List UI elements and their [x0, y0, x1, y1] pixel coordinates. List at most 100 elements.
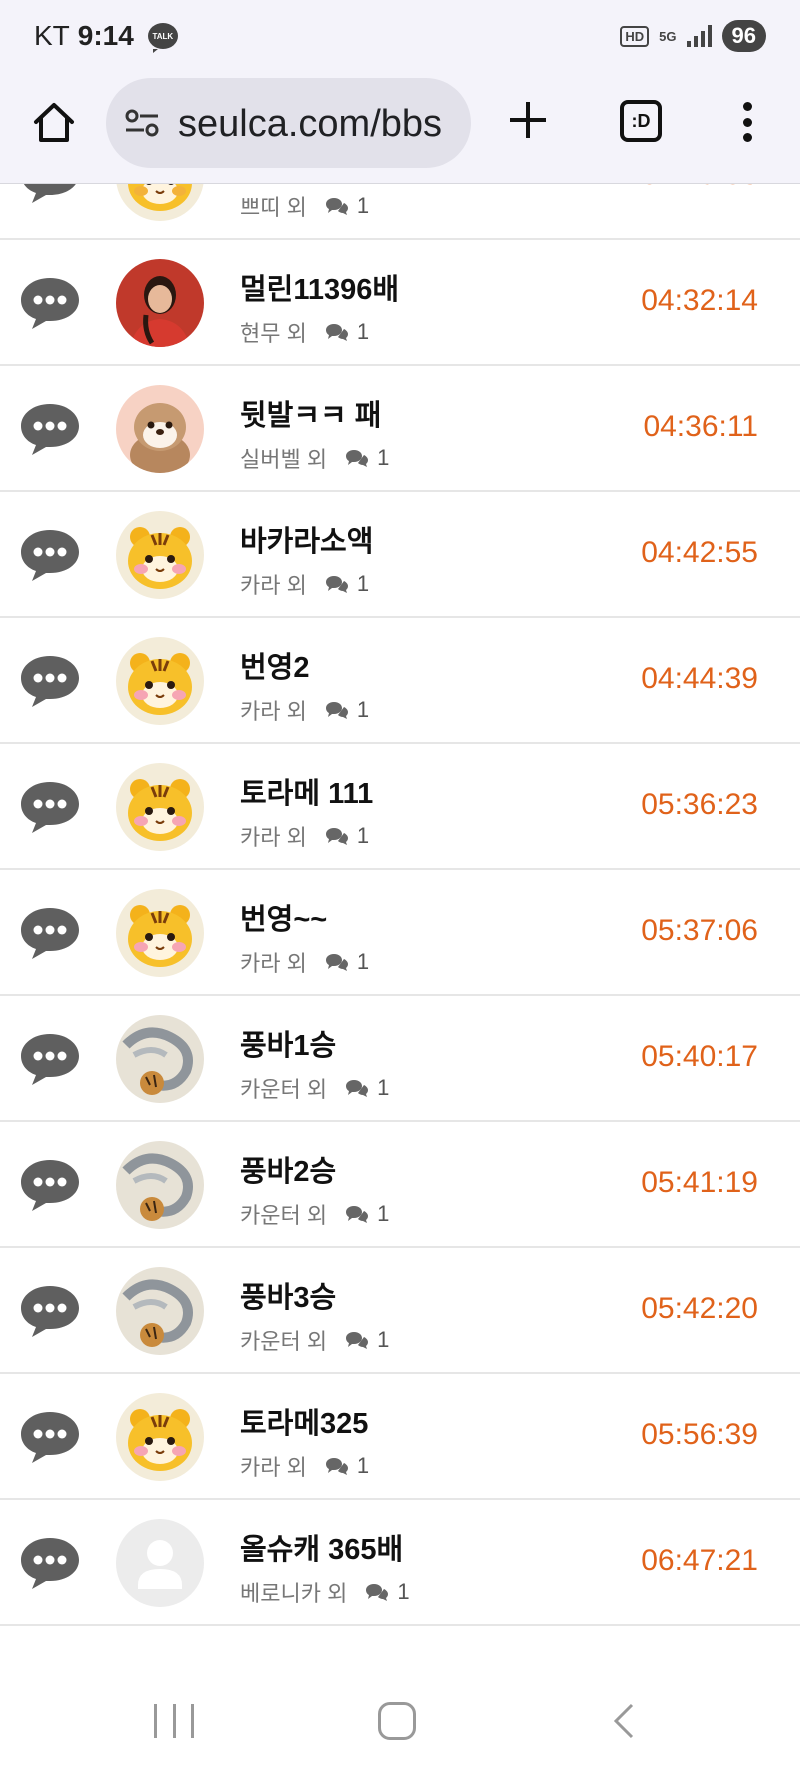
network-type-icon: 5G [659, 28, 677, 44]
avatar[interactable] [116, 1393, 204, 1481]
avatar[interactable] [116, 184, 204, 221]
comment-icon [345, 1078, 369, 1098]
system-nav-bar [0, 1654, 800, 1778]
browser-toolbar: seulca.com/bbs :D [0, 72, 800, 184]
kakaotalk-notification-icon: TALK [147, 23, 178, 53]
avatar[interactable] [116, 1267, 204, 1355]
avatar[interactable] [116, 511, 204, 599]
post-row[interactable]: 풍바1승카운터 외 1 05:40:17 [0, 996, 800, 1122]
site-settings-icon[interactable] [124, 108, 160, 138]
post-title[interactable]: 멀린11396배 [240, 266, 399, 308]
chat-bubble-icon [18, 1532, 82, 1592]
post-author: 현무 외 [240, 321, 307, 346]
more-menu-icon[interactable] [742, 102, 752, 142]
post-time: 05:37:06 [641, 914, 758, 947]
post-meta: 베로니카 외 1 [240, 1576, 410, 1608]
url-text[interactable]: seulca.com/bbs [178, 103, 442, 146]
chat-bubble-icon [18, 398, 82, 458]
post-meta: 실버벨 외 1 [240, 442, 389, 474]
post-title[interactable]: 뒷발ㅋㅋ 패 [240, 392, 381, 434]
comment-count: 1 [377, 1327, 390, 1352]
post-row[interactable]: 바카라소액카라 외 1 04:42:55 [0, 492, 800, 618]
post-time: 04:32:14 [641, 284, 758, 317]
chat-bubble-icon [18, 1154, 82, 1214]
post-title[interactable]: 토라메325 [240, 1400, 368, 1442]
back-button[interactable] [610, 1702, 636, 1740]
post-author: 카라 외 [240, 699, 307, 724]
hd-voice-icon: HD [620, 25, 650, 47]
post-author: 카운터 외 [240, 1077, 328, 1102]
post-time: 05:56:39 [641, 1418, 758, 1451]
post-meta: 카라 외 1 [240, 694, 369, 726]
comment-icon [365, 1582, 389, 1602]
chat-bubble-icon [18, 1280, 82, 1340]
comment-count: 1 [377, 1201, 390, 1226]
post-row[interactable]: 토라메325 카라 외 1 05:56:39 [0, 1374, 800, 1500]
comment-count: 1 [356, 823, 370, 848]
clock: 9:14 [77, 20, 134, 51]
post-list: 경상하나 신싸쁘띠 외104:29:53멀린11396배현무 외104:32:1… [0, 184, 800, 1654]
post-row[interactable]: 번영2 카라 외 1 04:44:39 [0, 618, 800, 744]
comment-count: 1 [377, 1075, 390, 1100]
post-title[interactable]: 풍바1승 [240, 1022, 336, 1064]
comment-count: 1 [397, 1579, 410, 1604]
post-title[interactable]: 풍바3승 [240, 1274, 336, 1316]
comment-count: 1 [356, 1453, 370, 1478]
avatar[interactable] [116, 1519, 204, 1607]
chat-bubble-icon [18, 1028, 82, 1088]
chat-bubble-icon [18, 272, 82, 332]
post-row[interactable]: 멀린11396배현무 외 1 04:32:14 [0, 240, 800, 366]
post-meta: 쁘띠 외 1 [240, 190, 369, 222]
post-row[interactable]: 뒷발ㅋㅋ 패 실버벨 외 1 04:36:11 [0, 366, 800, 492]
post-time: 04:44:39 [641, 662, 758, 695]
comment-count: 1 [356, 193, 370, 218]
post-author: 카라 외 [240, 573, 307, 598]
post-author: 쁘띠 외 [240, 195, 307, 220]
comment-count: 1 [377, 445, 390, 470]
post-row[interactable]: 올슈캐 365배 베로니카 외 1 06:47:21 [0, 1500, 800, 1626]
post-title[interactable]: 올슈캐 365배 [240, 1526, 403, 1568]
comment-count: 1 [356, 571, 370, 596]
post-title[interactable]: 번영2 [240, 644, 310, 686]
post-row[interactable]: 경상하나 신싸쁘띠 외104:29:53 [0, 184, 800, 240]
post-title[interactable]: 번영~~ [240, 896, 327, 938]
avatar[interactable] [116, 763, 204, 851]
battery-indicator: 96 [721, 20, 766, 52]
address-bar[interactable]: seulca.com/bbs [106, 78, 471, 168]
post-title[interactable]: 바카라소액 [240, 518, 373, 560]
signal-strength-icon [686, 25, 712, 47]
recent-apps-button[interactable] [154, 1704, 194, 1738]
post-author: 베로니카 외 [240, 1581, 348, 1606]
comment-count: 1 [356, 319, 370, 344]
post-row[interactable]: 번영~~ 카라 외 1 05:37:06 [0, 870, 800, 996]
chat-bubble-icon [18, 650, 82, 710]
comment-icon [325, 322, 349, 342]
chat-bubble-icon [18, 184, 82, 206]
chat-bubble-icon [18, 524, 82, 584]
post-time: 04:29:53 [641, 184, 758, 192]
post-author: 카라 외 [240, 825, 307, 850]
avatar[interactable] [116, 1141, 204, 1229]
post-meta: 카라 외 1 [240, 946, 369, 978]
post-time: 04:42:55 [641, 536, 758, 569]
post-time: 05:40:17 [641, 1040, 758, 1073]
avatar[interactable] [116, 259, 204, 347]
avatar[interactable] [116, 637, 204, 725]
home-button[interactable] [378, 1702, 416, 1740]
post-row[interactable]: 풍바3승 카운터 외 1 05:42:20 [0, 1248, 800, 1374]
avatar[interactable] [116, 889, 204, 977]
tab-switcher-button[interactable]: :D [620, 100, 662, 142]
home-icon[interactable] [30, 98, 78, 146]
chat-bubble-icon [18, 1406, 82, 1466]
chat-bubble-icon [18, 902, 82, 962]
post-title[interactable]: 토라메 111 [240, 770, 373, 812]
post-row[interactable]: 풍바2승 카운터 외 1 05:41:19 [0, 1122, 800, 1248]
new-tab-icon[interactable] [508, 100, 548, 140]
post-row[interactable]: 토라메 111 카라 외 1 05:36:23 [0, 744, 800, 870]
post-author: 실버벨 외 [240, 447, 328, 472]
post-title[interactable]: 풍바2승 [240, 1148, 336, 1190]
comment-icon [325, 574, 349, 594]
avatar[interactable] [116, 385, 204, 473]
avatar[interactable] [116, 1015, 204, 1103]
post-meta: 카라 외 1 [240, 568, 369, 600]
